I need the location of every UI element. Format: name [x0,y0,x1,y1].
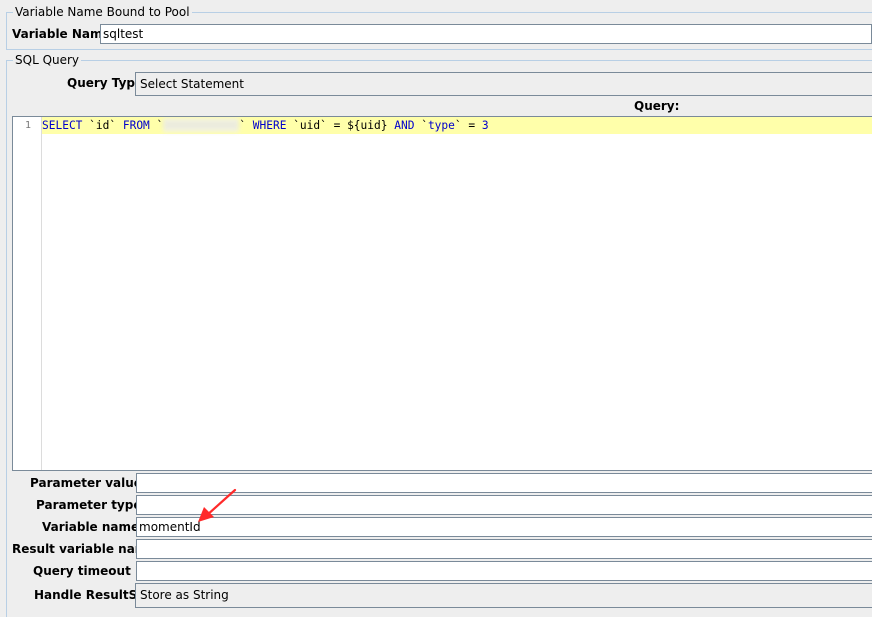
annotation-arrow-icon [198,488,237,522]
query-timeout-input[interactable] [136,561,872,581]
variable-names-input[interactable] [136,517,872,537]
pool-group-title: Variable Name Bound to Pool [13,5,192,19]
sql-text-uid: `uid` = ${uid} [286,119,395,132]
sql-text-id: `id` [82,119,123,132]
parameter-values-input[interactable] [136,473,872,493]
sql-text-equals: ` = [454,119,482,132]
sql-text-backtick-type-open: ` [414,119,428,132]
query-type-value: Select Statement [140,77,244,91]
handle-resultset-value: Store as String [140,588,229,602]
query-header-label: Query: [634,99,680,113]
result-variable-name-input[interactable] [136,539,872,559]
sql-text-backtick-open: ` [149,119,164,132]
sql-text-backtick-close: ` [239,119,253,132]
sql-keyword-where: WHERE [252,119,287,132]
sql-query-group-title: SQL Query [13,53,82,67]
variable-names-label: Variable names: [42,520,152,534]
variable-name-input[interactable] [100,24,872,44]
sql-keyword-from: FROM [122,119,150,132]
sql-code-line[interactable]: SELECT `id` FROM ` ` WHERE `uid` = ${uid}… [42,118,489,133]
sql-keyword-and: AND [394,119,415,132]
sql-keyword-type: type [427,119,455,132]
redacted-table-name [163,118,240,132]
sql-number-3: 3 [481,119,489,132]
parameter-types-input[interactable] [136,495,872,515]
sql-query-editor[interactable]: 1 SELECT `id` FROM ` ` WHERE `uid` = ${ui… [12,116,872,471]
line-number: 1 [24,120,31,131]
query-type-select[interactable]: Select Statement [135,72,872,96]
line-number-gutter: 1 [13,117,42,470]
handle-resultset-select[interactable]: Store as String [135,583,872,608]
sql-keyword-select: SELECT [42,119,83,132]
